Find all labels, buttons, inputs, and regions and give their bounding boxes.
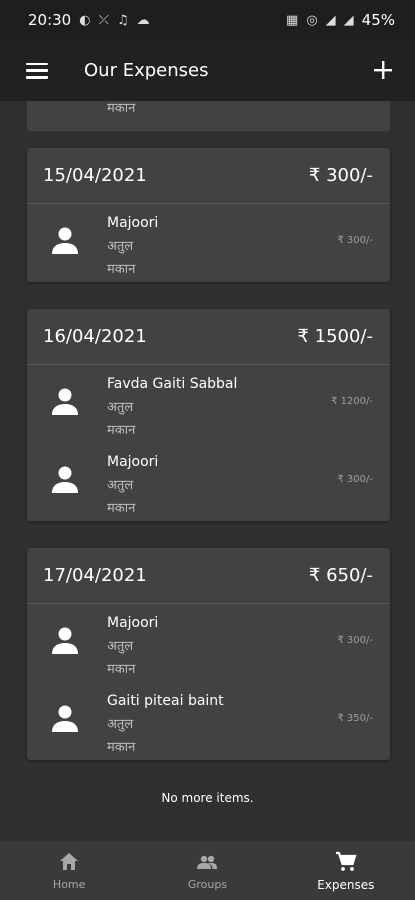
entry-amount: ₹ 300/- bbox=[337, 235, 373, 246]
entry-person: अतुल bbox=[107, 239, 134, 254]
nav-home[interactable]: Home bbox=[0, 841, 138, 900]
status-bar-right: ▦ ◎ ◢ ◢ 45% bbox=[286, 11, 395, 29]
nav-expenses[interactable]: Expenses bbox=[277, 841, 415, 900]
cloud-icon: ☁ bbox=[136, 12, 150, 28]
nav-label: Expenses bbox=[317, 877, 375, 892]
entry-person: अतुल bbox=[107, 478, 134, 493]
entry-person: अतुल bbox=[107, 717, 134, 732]
entry-amount: ₹ 300/- bbox=[337, 635, 373, 646]
entry-details: Favda Gaiti Sabbal अतुल मकान bbox=[107, 372, 237, 442]
signal-icon: ◢ bbox=[343, 12, 354, 28]
entry-details: Majoori अतुल मकान bbox=[107, 211, 158, 281]
plus-icon bbox=[374, 60, 392, 79]
card-total: ₹ 300/- bbox=[308, 165, 373, 186]
person-icon bbox=[52, 627, 78, 654]
card-header: 15/04/2021 ₹ 300/- bbox=[27, 148, 390, 204]
card-date: 17/04/2021 bbox=[43, 565, 147, 586]
card-date: 16/04/2021 bbox=[43, 326, 147, 347]
entry-category: मकान bbox=[107, 501, 136, 516]
hotspot-icon: ◎ bbox=[306, 12, 318, 28]
entry-category: मकान bbox=[107, 740, 136, 755]
person-icon bbox=[52, 705, 78, 732]
entry-category: मकान bbox=[107, 423, 136, 438]
entry-details: Majoori अतुल मकान bbox=[107, 450, 158, 520]
notification-bell-icon: ♫ bbox=[116, 12, 129, 28]
expense-card-partial[interactable]: मकान bbox=[27, 101, 390, 131]
entry-amount: ₹ 350/- bbox=[337, 713, 373, 724]
entry-name: Favda Gaiti Sabbal bbox=[107, 376, 238, 392]
signal-icon: ◢ bbox=[325, 12, 336, 28]
app-bar: Our Expenses bbox=[0, 40, 415, 101]
person-icon bbox=[52, 227, 78, 254]
expense-entry[interactable]: Favda Gaiti Sabbal अतुल मकान ₹ 1200/- bbox=[27, 365, 390, 443]
entry-person: अतुल bbox=[107, 400, 134, 415]
nav-groups[interactable]: Groups bbox=[138, 841, 276, 900]
person-icon bbox=[52, 466, 78, 493]
missed-call-icon: ⤫ bbox=[98, 12, 109, 28]
entry-category: मकान bbox=[107, 262, 136, 277]
nav-label: Home bbox=[52, 878, 86, 891]
expense-card[interactable]: 17/04/2021 ₹ 650/- Majoori अतुल मकान ₹ 30… bbox=[27, 548, 390, 760]
hamburger-menu-icon[interactable] bbox=[26, 62, 48, 79]
list-end-message: No more items. bbox=[161, 791, 254, 805]
bottom-navigation: Home Groups Expenses bbox=[0, 841, 415, 900]
add-expense-button[interactable] bbox=[373, 56, 393, 86]
expense-entry[interactable]: Gaiti piteai baint अतुल मकान ₹ 350/- bbox=[27, 682, 390, 760]
volte-icon: ▦ bbox=[286, 12, 299, 28]
card-total: ₹ 650/- bbox=[308, 565, 373, 586]
expense-entry[interactable]: Majoori अतुल मकान ₹ 300/- bbox=[27, 204, 390, 282]
entry-details: Gaiti piteai baint अतुल मकान bbox=[107, 689, 224, 759]
status-time: 20:30 bbox=[28, 11, 72, 29]
card-header: 17/04/2021 ₹ 650/- bbox=[27, 548, 390, 604]
battery-level: 45% bbox=[361, 11, 395, 29]
groups-icon bbox=[197, 855, 218, 869]
entry-name: Majoori bbox=[107, 454, 159, 470]
entry-amount: ₹ 1200/- bbox=[331, 396, 373, 407]
page-title: Our Expenses bbox=[84, 60, 209, 81]
status-bar-left: 20:30 ◐ ⤫ ♫ ☁ bbox=[28, 11, 150, 29]
status-bar: 20:30 ◐ ⤫ ♫ ☁ ▦ ◎ ◢ ◢ 45% bbox=[0, 0, 415, 40]
expense-list[interactable]: मकान 15/04/2021 ₹ 300/- Majoori अतुल मकान… bbox=[0, 101, 415, 841]
app-icon: ◐ bbox=[79, 12, 91, 28]
card-total: ₹ 1500/- bbox=[297, 326, 373, 347]
entry-details: Majoori अतुल मकान bbox=[107, 611, 158, 681]
person-icon bbox=[52, 388, 78, 415]
home-icon bbox=[60, 853, 79, 870]
expense-entry[interactable]: Majoori अतुल मकान ₹ 300/- bbox=[27, 443, 390, 521]
entry-amount: ₹ 300/- bbox=[337, 474, 373, 485]
entry-person: अतुल bbox=[107, 639, 134, 654]
entry-name: Majoori bbox=[107, 615, 159, 631]
entry-name: Gaiti piteai baint bbox=[107, 693, 224, 709]
entry-category: मकान bbox=[107, 101, 136, 116]
expense-entry[interactable]: Majoori अतुल मकान ₹ 300/- bbox=[27, 604, 390, 682]
cart-icon bbox=[335, 851, 357, 871]
nav-label: Groups bbox=[187, 878, 228, 891]
expense-card[interactable]: 15/04/2021 ₹ 300/- Majoori अतुल मकान ₹ 30… bbox=[27, 148, 390, 282]
entry-category: मकान bbox=[107, 662, 136, 677]
expense-card[interactable]: 16/04/2021 ₹ 1500/- Favda Gaiti Sabbal अत… bbox=[27, 309, 390, 521]
entry-name: Majoori bbox=[107, 215, 159, 231]
card-header: 16/04/2021 ₹ 1500/- bbox=[27, 309, 390, 365]
card-date: 15/04/2021 bbox=[43, 165, 147, 186]
